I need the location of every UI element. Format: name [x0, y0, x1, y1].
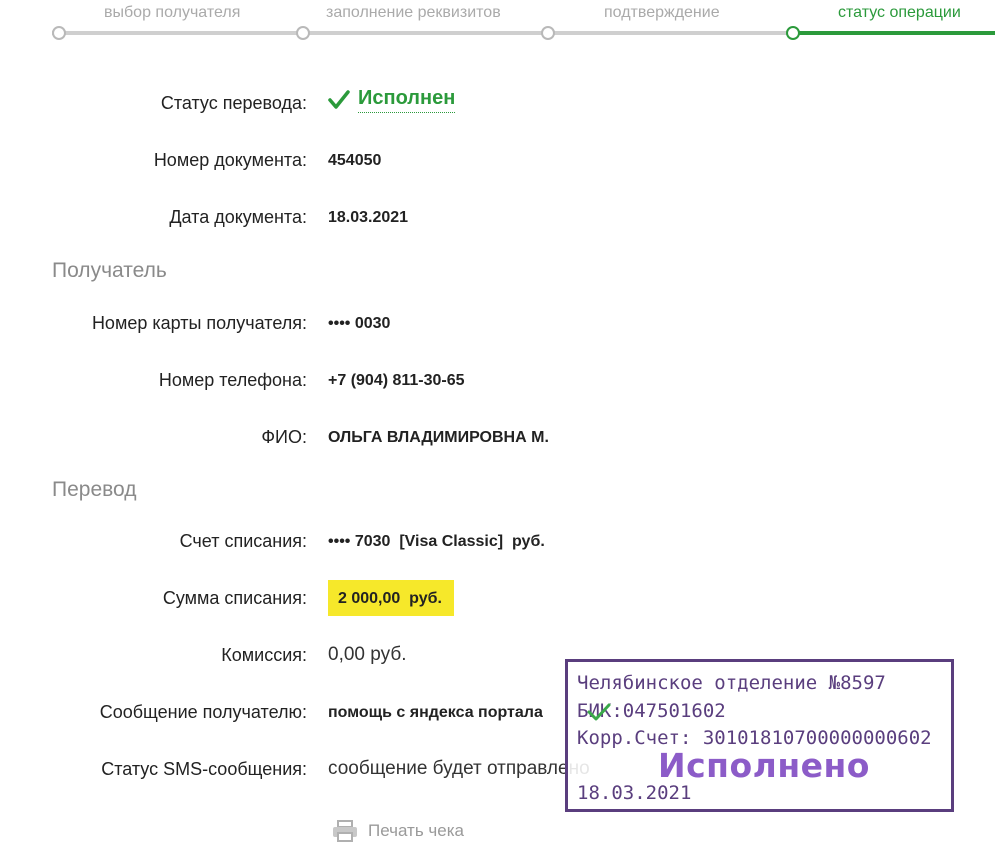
phone-label: Номер телефона:: [158, 370, 307, 390]
step-dot-2: [296, 26, 310, 40]
step-fill-details: заполнение реквизитов: [326, 4, 501, 21]
green-checkmark-icon: [587, 703, 611, 721]
doc-date-value: 18.03.2021: [328, 209, 409, 226]
amount-label: Сумма списания:: [162, 588, 307, 608]
fee-value: 0,00 руб.: [328, 644, 407, 665]
status-row: Статус перевода: Исполнен: [0, 87, 995, 123]
printer-icon: [333, 820, 357, 842]
progress-stepper: выбор получателя заполнение реквизитов п…: [0, 0, 995, 44]
account-value: •••• 7030 [Visa Classic] руб.: [328, 533, 545, 550]
doc-date-row: Дата документа: 18.03.2021: [0, 207, 995, 237]
doc-date-label: Дата документа:: [169, 207, 307, 227]
print-receipt-link[interactable]: Печать чека: [332, 820, 464, 842]
stamp-date: 18.03.2021: [577, 782, 692, 804]
name-label: ФИО:: [261, 427, 307, 447]
doc-number-value: 454050: [328, 152, 382, 169]
step-dot-1: [52, 26, 66, 40]
fee-label: Комиссия:: [221, 645, 307, 665]
stamp-branch: Челябинское отделение №8597: [577, 672, 886, 694]
step-confirmation: подтверждение: [604, 4, 720, 21]
step-select-recipient: выбор получателя: [104, 4, 241, 21]
sms-label: Статус SMS-сообщения:: [101, 759, 307, 779]
amount-value: 2 000,00 руб.: [328, 580, 454, 616]
phone-row: Номер телефона: +7 (904) 811-30-65: [0, 370, 995, 400]
sms-value: сообщение будет отправлено: [328, 758, 590, 779]
doc-number-label: Номер документа:: [153, 150, 307, 170]
message-value: помощь с яндекса портала: [328, 704, 543, 721]
step-dot-3: [541, 26, 555, 40]
card-row: Номер карты получателя: •••• 0030: [0, 313, 995, 343]
step-dot-4: [786, 26, 800, 40]
recipient-heading: Получатель: [52, 259, 167, 282]
account-row: Счет списания: •••• 7030 [Visa Classic] …: [0, 531, 995, 561]
phone-value: +7 (904) 811-30-65: [328, 372, 465, 389]
card-label: Номер карты получателя:: [91, 313, 307, 333]
print-receipt-label: Печать чека: [368, 821, 464, 840]
status-value[interactable]: Исполнен: [328, 87, 456, 113]
message-label: Сообщение получателю:: [99, 702, 307, 722]
step-operation-status: статус операции: [838, 4, 961, 21]
name-value: ОЛЬГА ВЛАДИМИРОВНА М.: [328, 429, 549, 446]
name-row: ФИО: ОЛЬГА ВЛАДИМИРОВНА М.: [0, 427, 995, 457]
transfer-heading: Перевод: [52, 478, 137, 501]
stamp-executed: Исполнено: [658, 746, 870, 785]
doc-number-row: Номер документа: 454050: [0, 150, 995, 180]
check-icon: [328, 90, 350, 109]
amount-row: Сумма списания: 2 000,00 руб.: [0, 580, 995, 618]
stepper-track-active: [793, 31, 995, 35]
status-label: Статус перевода:: [160, 93, 307, 113]
card-value: •••• 0030: [328, 315, 391, 332]
status-text: Исполнен: [358, 87, 456, 113]
bank-stamp: Челябинское отделение №8597 БИК:04750160…: [565, 659, 954, 812]
account-label: Счет списания:: [179, 531, 307, 551]
stepper-track: [52, 31, 793, 35]
